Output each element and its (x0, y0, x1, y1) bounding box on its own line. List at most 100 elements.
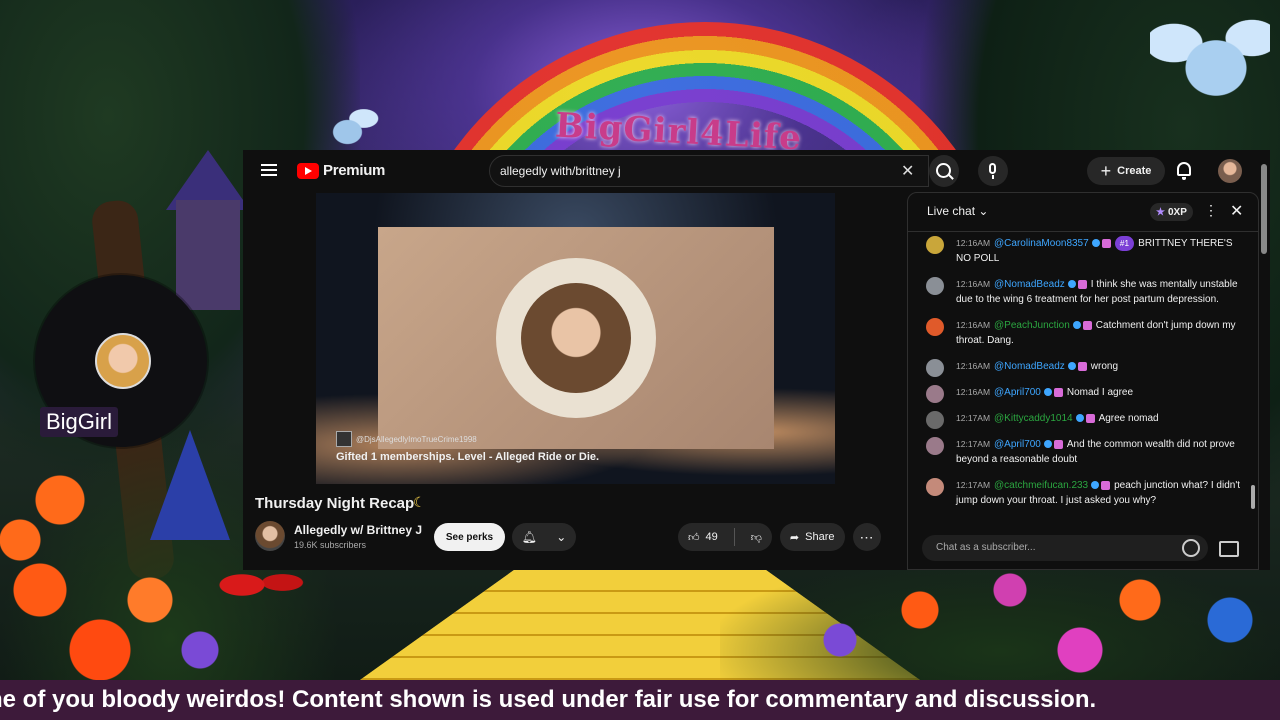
more-actions-button[interactable]: ⋯ (852, 523, 881, 551)
badge-emoji-icon (1053, 387, 1063, 397)
chat-author[interactable]: @April700 (994, 387, 1041, 398)
notify-bell-icon: 🔔︎ (521, 530, 537, 544)
flowers-right (720, 560, 1280, 690)
chat-avatar[interactable] (926, 318, 944, 336)
clear-search-icon[interactable]: ✕ (901, 161, 914, 181)
emoji-icon[interactable] (1182, 539, 1200, 557)
xp-badge[interactable]: ★ 0XP (1150, 203, 1193, 221)
close-icon[interactable]: ✕ (1230, 201, 1243, 221)
like-button[interactable]: 👍︎ 49 (678, 523, 728, 551)
chat-avatar[interactable] (926, 359, 944, 377)
channel-name[interactable]: Allegedly w/ Brittney J (294, 523, 422, 537)
channel-mini-icon (336, 431, 352, 447)
member-badge-icon (1067, 280, 1076, 289)
create-button[interactable]: + Create (1087, 157, 1165, 185)
youtube-topbar: Premium allegedly with/brittney j ✕ + Cr… (243, 150, 1270, 192)
share-button[interactable]: ➦ Share (779, 523, 845, 551)
chat-message[interactable]: 12:17AM @catchmeifucan.233 peach junction … (908, 475, 1248, 511)
live-chat-panel: Live chat ⌄ ★ 0XP ⋮ ✕ 12:16AM @CarolinaMo… (907, 192, 1259, 570)
chat-message[interactable]: 12:16AM @NomadBeadz I think she was mental… (908, 274, 1248, 310)
chat-input-placeholder: Chat as a subscriber... (936, 542, 1036, 553)
player-channel-handle: @DjsAllegedlyImoTrueCrime1998 (356, 434, 477, 444)
share-icon: ➦ (789, 531, 800, 544)
rank-badge: #1 (1114, 236, 1135, 251)
thumbs-up-icon: 👍︎ (688, 531, 700, 544)
create-label: Create (1117, 165, 1152, 177)
chat-timestamp: 12:17AM (956, 413, 991, 423)
money-icon[interactable] (1219, 541, 1239, 557)
chat-scrollbar[interactable] (1251, 485, 1255, 509)
badge-emoji-icon (1053, 439, 1063, 449)
mic-icon (989, 163, 996, 174)
bell-icon[interactable] (1177, 162, 1191, 180)
chat-timestamp: 12:16AM (956, 361, 991, 371)
chat-timestamp: 12:16AM (956, 320, 991, 330)
badge-emoji-icon (1085, 413, 1095, 423)
chat-author[interactable]: @April700 (994, 439, 1041, 450)
live-chat-dropdown[interactable]: Live chat ⌄ (927, 204, 988, 218)
chat-timestamp: 12:16AM (956, 238, 991, 248)
see-perks-button[interactable]: See perks (434, 523, 505, 551)
chat-header: Live chat ⌄ ★ 0XP ⋮ ✕ (908, 193, 1258, 232)
chat-author[interactable]: @CarolinaMoon8357 (994, 238, 1089, 249)
member-badge-icon (1091, 239, 1100, 248)
subscriber-count: 19.6K subscribers (294, 540, 367, 550)
chat-timestamp: 12:16AM (956, 279, 991, 289)
chat-message[interactable]: 12:17AM @Kittycaddy1014 Agree nomad (908, 408, 1248, 429)
chat-avatar[interactable] (926, 437, 944, 455)
member-badge-icon (1043, 440, 1052, 449)
chat-author[interactable]: @NomadBeadz (994, 361, 1065, 372)
search-input[interactable]: allegedly with/brittney j (489, 155, 929, 187)
member-badge-icon (1075, 414, 1084, 423)
chat-message[interactable]: 12:16AM @CarolinaMoon8357 #1 BRITTNEY THERE… (908, 233, 1248, 269)
chat-avatar[interactable] (926, 411, 944, 429)
chat-message[interactable]: 12:16AM @PeachJunction Catchment don't jum… (908, 315, 1248, 351)
xp-value: 0XP (1167, 206, 1187, 218)
scrolling-ticker: ne of you bloody weirdos! Content shown … (0, 680, 1280, 720)
chat-avatar[interactable] (926, 385, 944, 403)
gifted-membership-text: Gifted 1 memberships. Level - Alleged Ri… (336, 451, 600, 463)
chat-message[interactable]: 12:16AM @April700 Nomad I agree (908, 382, 1248, 403)
dislike-button[interactable]: 👎︎ (741, 523, 772, 551)
chat-menu-icon[interactable]: ⋮ (1204, 202, 1218, 219)
chat-timestamp: 12:17AM (956, 480, 991, 490)
chat-title: Live chat (927, 204, 976, 218)
hamburger-icon[interactable] (261, 164, 277, 176)
chat-avatar[interactable] (926, 478, 944, 496)
like-count: 49 (705, 531, 718, 543)
bluebird-left (315, 105, 380, 150)
badge-emoji-icon (1082, 320, 1092, 330)
chat-timestamp: 12:17AM (956, 439, 991, 449)
ticker-text: ne of you bloody weirdos! Content shown … (0, 686, 1097, 713)
account-avatar[interactable] (1218, 159, 1242, 183)
chat-avatar[interactable] (926, 236, 944, 254)
member-badge-icon (1091, 481, 1100, 490)
video-player[interactable]: @DjsAllegedlyImoTrueCrime1998 Gifted 1 m… (316, 193, 835, 484)
thumbs-down-icon: 👎︎ (750, 531, 762, 544)
youtube-premium-logo[interactable]: Premium (297, 162, 385, 179)
badge-emoji-icon (1101, 480, 1111, 490)
chat-message[interactable]: 12:17AM @April700 And the common wealth di… (908, 434, 1248, 470)
chat-avatar[interactable] (926, 277, 944, 295)
subscription-notify-button[interactable]: 🔔︎ ⌄ (512, 523, 576, 551)
voice-search-button[interactable] (978, 156, 1008, 186)
chevron-down-icon: ⌄ (978, 204, 989, 218)
page-scrollbar[interactable] (1261, 164, 1267, 254)
chat-author[interactable]: @NomadBeadz (994, 279, 1065, 290)
moon-icon: ☾ (413, 494, 426, 510)
video-actions: 👍︎ 49 👎︎ ➦ Share ⋯ (678, 523, 881, 551)
channel-avatar[interactable] (255, 521, 285, 551)
chat-author[interactable]: @PeachJunction (994, 320, 1070, 331)
chat-text: Nomad I agree (1066, 387, 1134, 398)
chat-text: Agree nomad (1098, 413, 1159, 424)
chat-message[interactable]: 12:16AM @NomadBeadz wrong (908, 356, 1248, 377)
host-photo (521, 283, 631, 393)
castle-tower (176, 200, 240, 310)
search-button[interactable] (929, 155, 959, 187)
chat-author[interactable]: @Kittycaddy1014 (994, 413, 1073, 424)
chat-author[interactable]: @catchmeifucan.233 (994, 480, 1088, 491)
member-badge-icon (1067, 362, 1076, 371)
chat-input[interactable]: Chat as a subscriber... (922, 535, 1208, 561)
badge-emoji-icon (1077, 279, 1087, 289)
streamer-avatar (95, 333, 151, 389)
